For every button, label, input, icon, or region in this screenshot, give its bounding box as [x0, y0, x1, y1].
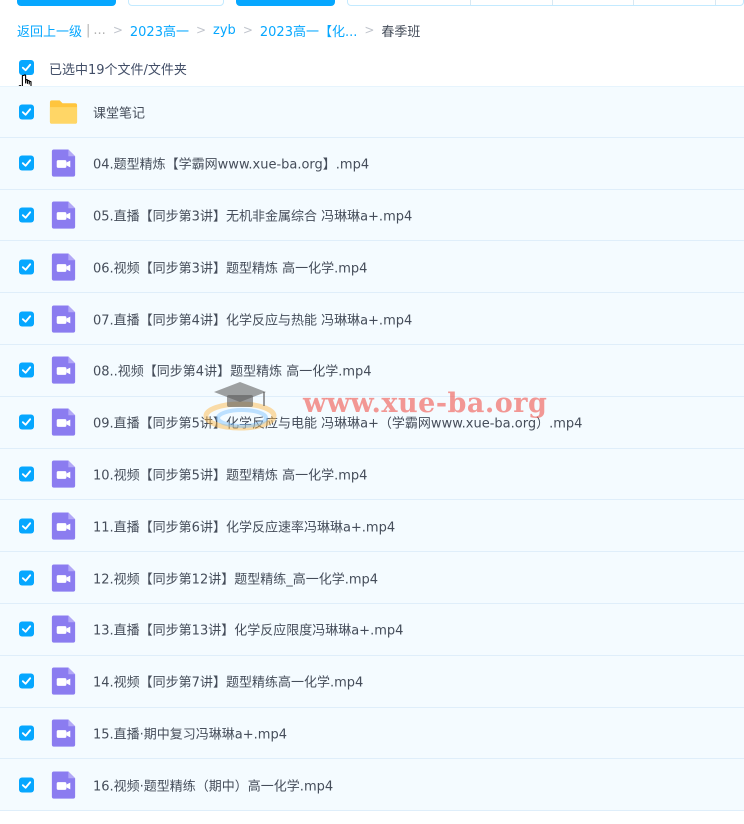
file-row[interactable]: 06.视频【同步第3讲】题型精炼 高一化学.mp4 [0, 241, 744, 294]
checkmark-icon [21, 108, 32, 116]
toolbar-primary-button[interactable] [236, 0, 335, 6]
file-row[interactable]: 09.直播【同步第5讲】化学反应与电能 冯琳琳a+（学霸网www.xue-ba.… [0, 396, 744, 449]
row-checkbox[interactable] [19, 207, 34, 223]
file-row[interactable]: 13.直播【同步第13讲】化学反应限度冯琳琳a+.mp4 [0, 603, 744, 656]
selection-count-label: 已选中19个文件/文件夹 [49, 63, 187, 78]
file-name[interactable]: 10.视频【同步第5讲】题型精炼 高一化学.mp4 [93, 464, 367, 483]
row-checkbox[interactable] [19, 104, 34, 120]
breadcrumb-ellipsis[interactable]: ... [93, 23, 105, 38]
file-row[interactable]: 05.直播【同步第3讲】无机非金属综合 冯琳琳a+.mp4 [0, 189, 744, 242]
video-file-icon [51, 149, 76, 177]
file-name[interactable]: 15.直播·期中复习冯琳琳a+.mp4 [93, 723, 287, 742]
row-checkbox[interactable] [19, 570, 34, 586]
file-name[interactable]: 13.直播【同步第13讲】化学反应限度冯琳琳a+.mp4 [93, 620, 403, 639]
row-checkbox[interactable] [19, 725, 34, 741]
checkmark-icon [21, 211, 32, 219]
back-link[interactable]: 返回上一级 [17, 21, 82, 40]
file-row[interactable]: 07.直播【同步第4讲】化学反应与热能 冯琳琳a+.mp4 [0, 293, 744, 345]
breadcrumb-item[interactable]: 2023高一 [130, 21, 189, 40]
file-row[interactable]: 08..视频【同步第4讲】题型精炼 高一化学.mp4 [0, 344, 744, 397]
video-file-icon [51, 356, 76, 384]
video-file-icon [51, 564, 76, 592]
checkmark-icon [21, 625, 32, 634]
toolbar-button-group[interactable] [347, 0, 744, 6]
breadcrumb-separator: > [112, 23, 123, 37]
row-checkbox[interactable] [19, 259, 34, 275]
row-checkbox[interactable] [19, 518, 34, 534]
toolbar-divider [633, 0, 634, 5]
checkmark-icon [21, 729, 32, 737]
select-all-checkbox[interactable] [19, 60, 34, 75]
checkmark-icon [21, 677, 32, 685]
row-checkbox[interactable] [19, 362, 34, 378]
breadcrumb-item[interactable]: 2023高一【化... [260, 21, 357, 40]
breadcrumb: 返回上一级 | ... > 2023高一 > zyb > 2023高一【化...… [17, 21, 421, 40]
row-checkbox[interactable] [19, 311, 34, 327]
checkmark-icon [21, 63, 32, 72]
checkmark-icon [21, 263, 32, 271]
video-file-icon [51, 253, 76, 281]
video-file-icon [51, 719, 76, 747]
row-checkbox[interactable] [19, 673, 34, 689]
row-checkbox[interactable] [19, 155, 34, 171]
toolbar-remnant [0, 0, 744, 7]
toolbar-outline-button[interactable] [128, 0, 224, 6]
breadcrumb-separator: > [364, 23, 375, 37]
checkmark-icon [21, 522, 32, 530]
video-file-icon [51, 460, 76, 488]
toolbar-divider [552, 0, 553, 5]
file-name[interactable]: 11.直播【同步第6讲】化学反应速率冯琳琳a+.mp4 [93, 516, 395, 535]
checkmark-icon [21, 470, 32, 478]
file-row[interactable]: 16.视频·题型精练（期中）高一化学.mp4 [0, 759, 744, 812]
breadcrumb-separator: > [242, 23, 253, 37]
file-name[interactable]: 06.视频【同步第3讲】题型精炼 高一化学.mp4 [93, 257, 367, 276]
breadcrumb-separator: > [195, 23, 207, 37]
video-file-icon [51, 667, 76, 695]
row-checkbox[interactable] [19, 466, 34, 482]
video-file-icon [51, 305, 76, 333]
file-name[interactable]: 07.直播【同步第4讲】化学反应与热能 冯琳琳a+.mp4 [93, 309, 412, 328]
row-checkbox[interactable] [19, 621, 34, 637]
file-name[interactable]: 09.直播【同步第5讲】化学反应与电能 冯琳琳a+（学霸网www.xue-ba.… [93, 413, 582, 432]
file-name[interactable]: 16.视频·题型精练（期中）高一化学.mp4 [93, 775, 333, 794]
file-row[interactable]: 04.题型精炼【学霸网www.xue-ba.org】.mp4 [0, 137, 744, 190]
file-name[interactable]: 08..视频【同步第4讲】题型精炼 高一化学.mp4 [93, 361, 372, 380]
file-name[interactable]: 14.视频【同步第7讲】题型精练高一化学.mp4 [93, 672, 363, 691]
file-name[interactable]: 05.直播【同步第3讲】无机非金属综合 冯琳琳a+.mp4 [93, 205, 412, 224]
video-file-icon [51, 408, 76, 436]
checkmark-icon [21, 781, 32, 789]
checkmark-icon [21, 573, 32, 582]
video-file-icon [51, 615, 76, 643]
breadcrumb-current: 春季班 [381, 24, 421, 40]
file-row[interactable]: 15.直播·期中复习冯琳琳a+.mp4 [0, 707, 744, 760]
checkmark-icon [21, 418, 32, 426]
file-name[interactable]: 04.题型精炼【学霸网www.xue-ba.org】.mp4 [93, 154, 369, 173]
row-checkbox[interactable] [19, 777, 34, 793]
video-file-icon [51, 771, 76, 799]
file-row[interactable]: 10.视频【同步第5讲】题型精炼 高一化学.mp4 [0, 448, 744, 501]
file-row[interactable]: 11.直播【同步第6讲】化学反应速率冯琳琳a+.mp4 [0, 500, 744, 553]
toolbar-primary-button[interactable] [17, 0, 116, 6]
checkmark-icon [21, 366, 32, 375]
video-file-icon [51, 201, 76, 229]
file-name[interactable]: 课堂笔记 [93, 102, 145, 121]
video-file-icon [51, 512, 76, 540]
checkmark-icon [21, 159, 32, 167]
file-row[interactable]: 12.视频【同步第12讲】题型精练_高一化学.mp4 [0, 552, 744, 604]
file-list: 课堂笔记 04.题型精炼【学霸网www.xue-ba.org】.mp4 05.直播【… [0, 86, 744, 812]
checkmark-icon [21, 314, 32, 323]
folder-row[interactable]: 课堂笔记 [0, 86, 744, 138]
selection-bar: 已选中19个文件/文件夹 [0, 56, 744, 84]
file-name[interactable]: 12.视频【同步第12讲】题型精练_高一化学.mp4 [93, 568, 378, 587]
toolbar-divider [470, 0, 471, 5]
toolbar-divider [715, 0, 716, 5]
row-checkbox[interactable] [19, 414, 34, 430]
breadcrumb-item[interactable]: zyb [213, 23, 236, 38]
breadcrumb-divider: | [86, 22, 91, 38]
folder-icon [49, 100, 78, 124]
file-row[interactable]: 14.视频【同步第7讲】题型精练高一化学.mp4 [0, 655, 744, 708]
